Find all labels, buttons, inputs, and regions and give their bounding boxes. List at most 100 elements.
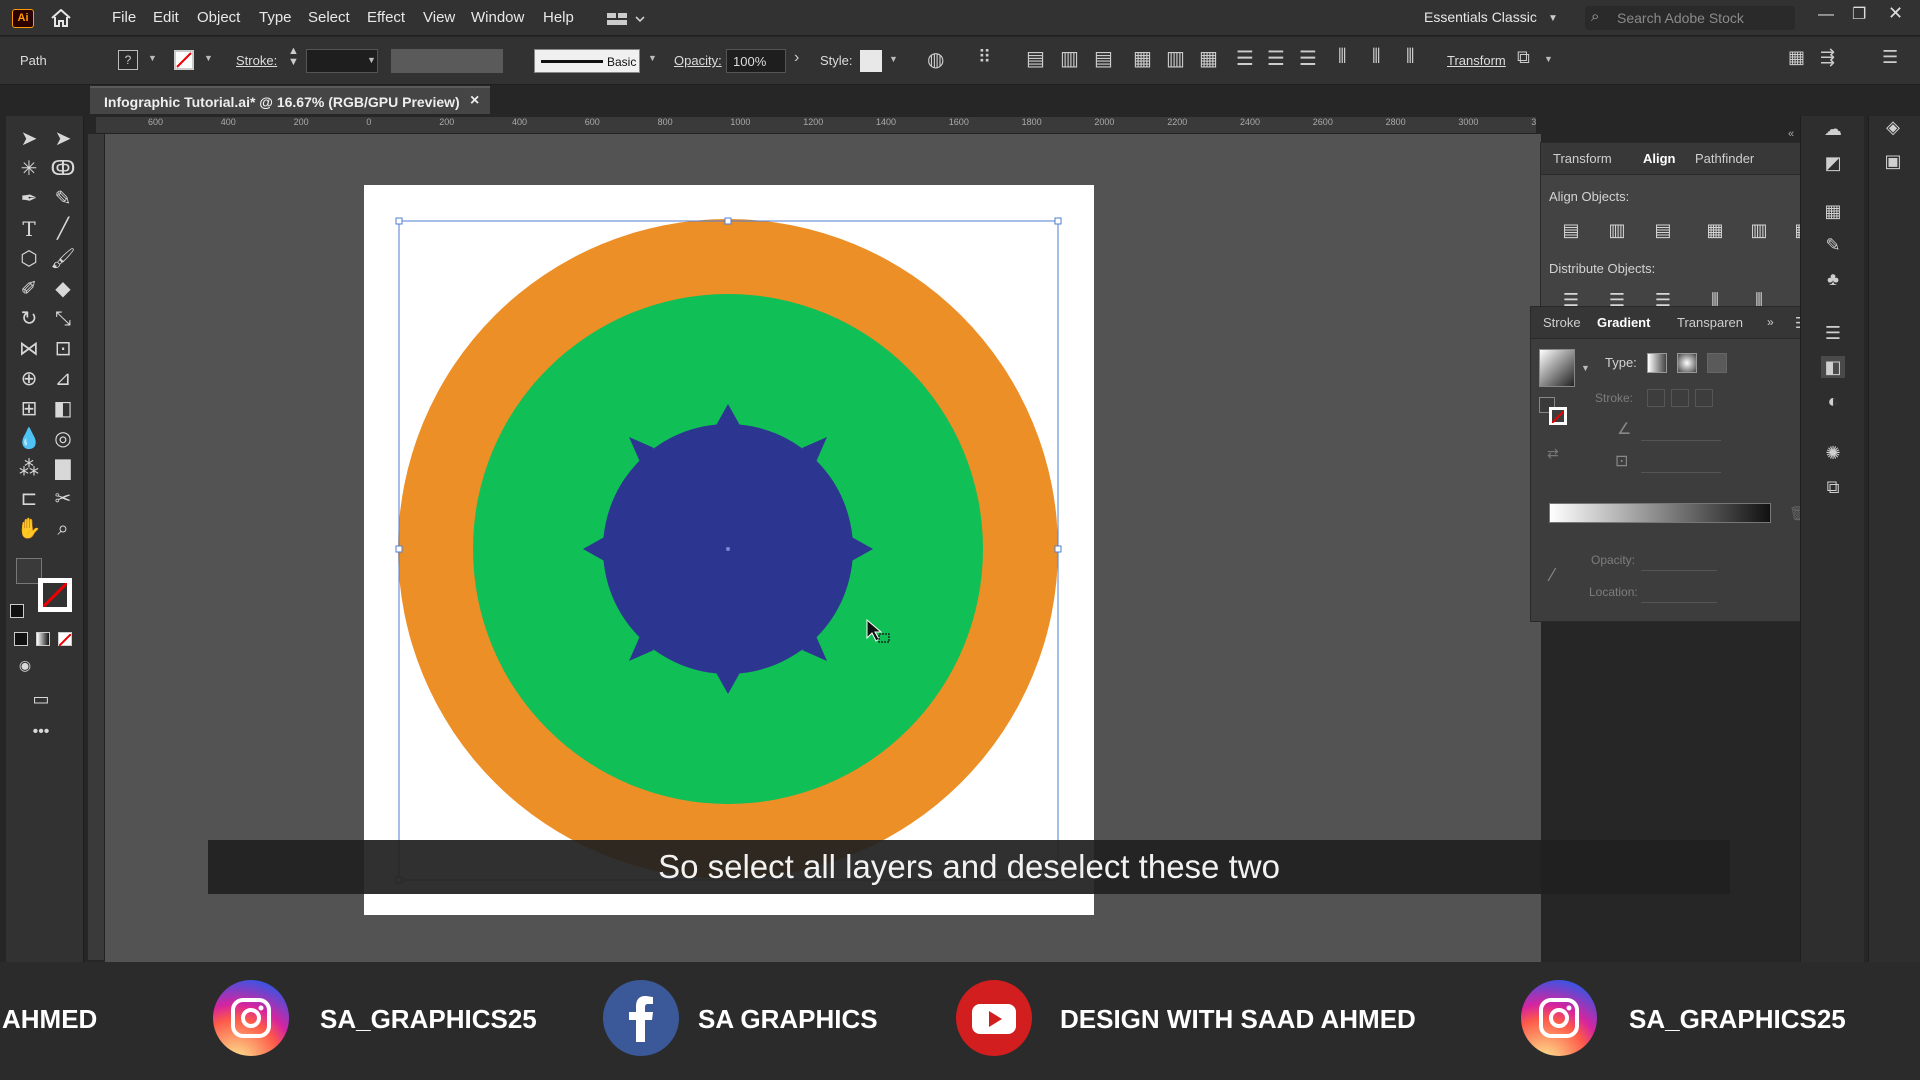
fill-stroke-toggle[interactable]	[1539, 397, 1567, 427]
opacity-label[interactable]: Opacity:	[674, 53, 722, 68]
polygon-tool-icon[interactable]: ⬡	[14, 246, 44, 272]
graphic-styles-icon[interactable]: ⧉	[1821, 476, 1845, 498]
chevron-down-icon[interactable]: ▼	[889, 54, 898, 64]
home-icon[interactable]	[50, 8, 72, 27]
distribute-center-icon[interactable]: ☰	[1267, 46, 1285, 71]
close-tab-button[interactable]: ×	[470, 92, 479, 110]
brush-definition[interactable]: Basic	[534, 49, 640, 73]
horizontal-align-center-icon[interactable]: ▥	[1605, 219, 1629, 241]
align-right-icon[interactable]: ▤	[1094, 46, 1113, 71]
default-fill-stroke-icon[interactable]	[10, 604, 24, 618]
align-left-icon[interactable]: ▤	[1026, 46, 1045, 71]
screen-mode-icon[interactable]: ▭	[26, 686, 56, 712]
horizontal-align-left-icon[interactable]: ▤	[1559, 219, 1583, 241]
draw-mode-icon[interactable]: ◉	[10, 652, 40, 678]
libraries-icon[interactable]: ☁	[1821, 118, 1845, 140]
tab-align[interactable]: Align	[1643, 151, 1676, 166]
properties-icon[interactable]: ◩	[1821, 152, 1845, 174]
type-tool-icon[interactable]: T	[14, 216, 44, 242]
chevron-down-icon[interactable]: ▼	[1581, 363, 1590, 373]
artboards-icon[interactable]: ▣	[1881, 150, 1905, 172]
shape-builder-tool-icon[interactable]: ⊕	[14, 366, 44, 392]
collapse-panels-icon[interactable]: «	[1788, 128, 1794, 140]
distribute-right-icon[interactable]: ⫴	[1406, 46, 1414, 69]
menu-select[interactable]: Select	[308, 9, 350, 26]
search-stock-field[interactable]: ⌕ Search Adobe Stock	[1585, 6, 1795, 30]
align-top-icon[interactable]: ▦	[1133, 46, 1152, 71]
pen-tool-icon[interactable]: ✒	[14, 186, 44, 212]
line-segment-tool-icon[interactable]: ╱	[48, 216, 78, 242]
hand-tool-icon[interactable]: ✋	[14, 516, 44, 542]
chevron-down-icon[interactable]: ▼	[1544, 54, 1553, 64]
control-menu-icon[interactable]: ☰	[1882, 47, 1898, 68]
panel-options-icon[interactable]: ⇶	[1820, 47, 1835, 68]
gradient-tool-icon[interactable]: ◧	[48, 396, 78, 422]
distribute-hcenter-icon[interactable]: ⫴	[1372, 46, 1380, 69]
fill-dropdown-icon[interactable]: ▼	[148, 53, 157, 63]
layers-icon[interactable]: ◈	[1881, 116, 1905, 138]
minimize-window-button[interactable]: —	[1818, 6, 1834, 24]
chevron-down-icon[interactable]: ▼	[367, 55, 376, 65]
document-tab[interactable]: Infographic Tutorial.ai* @ 16.67% (RGB/G…	[90, 86, 490, 114]
shaper-tool-icon[interactable]: ✐	[14, 276, 44, 302]
brushes-icon[interactable]: ✎	[1821, 234, 1845, 256]
angle-field[interactable]	[1641, 421, 1721, 441]
symbol-sprayer-tool-icon[interactable]: ⁂	[14, 456, 44, 482]
menu-help[interactable]: Help	[543, 9, 574, 26]
opacity-field[interactable]: 100%	[726, 49, 786, 73]
swatches-icon[interactable]: ▦	[1821, 200, 1845, 222]
free-transform-tool-icon[interactable]: ⊡	[48, 336, 78, 362]
menu-window[interactable]: Window	[471, 9, 524, 26]
tab-transform[interactable]: Transform	[1553, 151, 1612, 166]
vertical-align-center-icon[interactable]: ▥	[1747, 219, 1771, 241]
align-h-center-icon[interactable]: ▥	[1060, 46, 1079, 71]
menu-edit[interactable]: Edit	[153, 9, 179, 26]
restore-window-button[interactable]: ❐	[1852, 4, 1866, 24]
chevron-down-icon[interactable]: ▼	[648, 53, 657, 63]
symbols-icon[interactable]: ♣	[1821, 268, 1845, 290]
scale-tool-icon[interactable]: ⤡	[48, 306, 78, 332]
freeform-gradient-button[interactable]	[1707, 353, 1727, 373]
curvature-tool-icon[interactable]: ✎	[48, 186, 78, 212]
variable-width-profile[interactable]	[391, 49, 503, 73]
tab-transparency[interactable]: Transparen	[1677, 315, 1743, 330]
radial-gradient-button[interactable]	[1677, 353, 1697, 373]
rotate-tool-icon[interactable]: ↻	[14, 306, 44, 332]
perspective-grid-tool-icon[interactable]: ⊿	[48, 366, 78, 392]
gradient-mode-icon[interactable]	[36, 632, 50, 646]
graphic-style-swatch[interactable]	[860, 50, 882, 72]
blend-tool-icon[interactable]: ◎	[48, 426, 78, 452]
vertical-align-top-icon[interactable]: ▦	[1703, 219, 1727, 241]
stop-location-field[interactable]	[1641, 583, 1717, 603]
appearance-icon[interactable]: ✺	[1821, 442, 1845, 464]
eraser-tool-icon[interactable]: ◆	[48, 276, 78, 302]
tab-pathfinder[interactable]: Pathfinder	[1695, 151, 1754, 166]
gradient-slider[interactable]	[1549, 503, 1771, 523]
artwork-svg[interactable]	[105, 134, 1541, 962]
direct-selection-tool-icon[interactable]: ➤	[48, 126, 78, 152]
canvas[interactable]	[105, 134, 1541, 962]
eyedropper-icon[interactable]: ⁄	[1551, 565, 1554, 586]
width-tool-icon[interactable]: ⋈	[14, 336, 44, 362]
linear-gradient-button[interactable]	[1647, 353, 1667, 373]
close-window-button[interactable]: ✕	[1888, 3, 1903, 24]
tab-stroke[interactable]: Stroke	[1543, 315, 1581, 330]
stop-opacity-field[interactable]	[1641, 551, 1717, 571]
stroke-dropdown-icon[interactable]: ▼	[204, 53, 213, 63]
arrange-documents-icon[interactable]	[606, 11, 646, 27]
expand-panel-icon[interactable]: »	[1767, 315, 1774, 329]
distribute-left-icon[interactable]: ⫴	[1338, 46, 1346, 69]
arrange-panels-icon[interactable]: ▦	[1788, 47, 1805, 68]
menu-view[interactable]: View	[423, 9, 455, 26]
isolate-group-icon[interactable]: ⧉	[1517, 47, 1530, 68]
aspect-ratio-field[interactable]	[1641, 453, 1721, 473]
artboard-tool-icon[interactable]: ⊏	[14, 486, 44, 512]
gradient-preview-swatch[interactable]	[1539, 349, 1575, 387]
none-mode-icon[interactable]	[58, 632, 72, 647]
gradient-panel-icon[interactable]: ◧	[1821, 356, 1845, 378]
align-to-selection-icon[interactable]: ⠿	[978, 47, 991, 68]
recolor-artwork-icon[interactable]: ◍	[927, 47, 944, 72]
workspace-switcher[interactable]: Essentials Classic	[1424, 9, 1537, 25]
magic-wand-tool-icon[interactable]: ✳	[14, 156, 44, 182]
mesh-tool-icon[interactable]: ⊞	[14, 396, 44, 422]
